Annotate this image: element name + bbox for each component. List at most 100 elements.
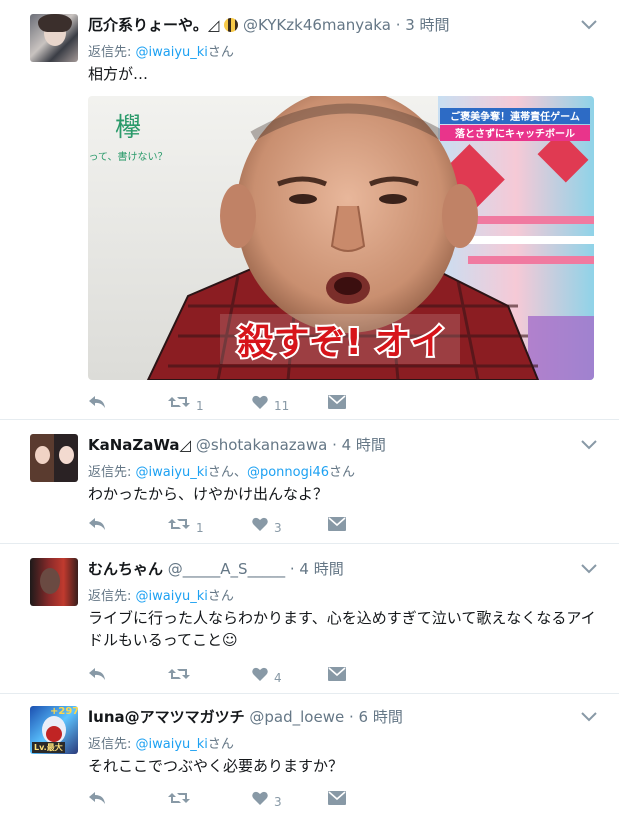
like-count: 11 [274,399,290,413]
chevron-down-icon[interactable] [581,564,597,574]
direct-message-button[interactable] [328,514,346,534]
tweet-actions: 1 11 [88,392,388,413]
reply-suffix: さん [207,45,234,60]
reply-user-link[interactable]: @iwaiyu_ki [136,45,208,60]
media-banner-2: 落とさずにキャッチボール [455,127,575,140]
like-count: 3 [274,521,282,535]
reply-suffix: さん [328,465,355,480]
heart-icon [252,517,268,531]
like-count: 4 [274,671,282,685]
reply-context: 返信先: @iwaiyu_kiさん [88,585,234,604]
reply-icon [89,668,105,680]
avatar[interactable] [30,434,78,482]
display-name[interactable]: KaNaZaWa◿ [88,436,191,454]
like-button[interactable]: 11 [252,392,290,413]
media-banner-1: ご褒美争奪！連帯責任ゲーム [450,110,580,123]
reply-suffix: さん [207,589,234,604]
reply-button[interactable] [88,664,106,684]
avatar[interactable] [30,558,78,606]
retweet-button[interactable] [168,788,196,808]
retweet-count: 1 [196,399,204,413]
reply-user-link[interactable]: @ponnogi46 [247,465,329,480]
media-image: 殺すぞ! オイ 欅 って、書けない？ ご褒美争奪！連帯責任ゲーム 落とさずにキャ… [88,96,594,380]
direct-message-icon [328,517,346,531]
tweet-header: 厄介系りょーや。◿ @KYKzk46manyaka · 3 時間 [88,14,450,35]
retweet-icon [168,519,190,529]
reply-user-link[interactable]: @iwaiyu_ki [136,465,208,480]
tweet-header: KaNaZaWa◿ @shotakanazawa · 4 時間 [88,434,386,455]
tweet-actions: 3 [88,788,388,809]
avatar[interactable] [30,14,78,62]
tweet-header: むんちゃん @_____A_S_____ · 4 時間 [88,558,344,579]
tweet[interactable]: 厄介系りょーや。◿ @KYKzk46manyaka · 3 時間 返信先: @i… [0,0,619,420]
direct-message-icon [328,395,346,409]
retweet-button[interactable] [168,664,196,684]
avatar-level-badge: Lv.最大 [32,742,65,753]
retweet-icon [168,793,190,803]
user-handle[interactable]: @pad_loewe [249,708,344,726]
user-handle[interactable]: @KYKzk46manyaka [243,16,391,34]
timestamp[interactable]: · 4 時間 [290,560,344,578]
display-name[interactable]: 厄介系りょーや。◿ [88,16,219,34]
tweet-text: 相方が… [88,65,149,83]
tweet-text: それここでつぶやく必要ありますか？ [88,757,344,775]
heart-icon [252,667,268,681]
reply-prefix: 返信先: [88,465,136,480]
media-side-kanji: 欅 [115,113,141,143]
retweet-button[interactable]: 1 [168,392,204,413]
timestamp[interactable]: · 3 時間 [396,16,450,34]
reply-context: 返信先: @iwaiyu_kiさん [88,41,234,60]
tweet-text: わかったから、けやかけ出んなよ？ [88,485,329,503]
direct-message-button[interactable] [328,788,346,808]
reply-context: 返信先: @iwaiyu_kiさん、@ponnogi46さん [88,461,355,480]
timestamp[interactable]: · 6 時間 [349,708,403,726]
heart-icon [252,791,268,805]
direct-message-icon [328,791,346,805]
timestamp[interactable]: · 4 時間 [332,436,386,454]
retweet-icon [168,669,190,679]
like-button[interactable]: 4 [252,664,282,685]
tweet-actions: 4 [88,664,388,685]
chevron-down-icon[interactable] [581,20,597,30]
direct-message-button[interactable] [328,664,346,684]
display-name[interactable]: luna@アマツマガツチ [88,708,245,726]
like-button[interactable]: 3 [252,788,282,809]
tweet[interactable]: むんちゃん @_____A_S_____ · 4 時間 返信先: @iwaiyu… [0,544,619,694]
media-side-text: って、書けない？ [89,150,168,163]
reply-prefix: 返信先: [88,737,136,752]
like-button[interactable]: 3 [252,514,282,535]
display-name[interactable]: むんちゃん [88,560,163,578]
reply-prefix: 返信先: [88,45,136,60]
avatar[interactable]: +297 Lv.最大 [30,706,78,754]
user-handle[interactable]: @_____A_S_____ [168,560,285,578]
reply-user-link[interactable]: @iwaiyu_ki [136,737,208,752]
tweet[interactable]: +297 Lv.最大 luna@アマツマガツチ @pad_loewe · 6 時… [0,694,619,817]
chevron-down-icon[interactable] [581,440,597,450]
reply-suffix: さん [207,737,234,752]
direct-message-button[interactable] [328,392,346,412]
retweet-icon [168,397,190,407]
reply-button[interactable] [88,392,106,412]
reply-icon [89,396,105,408]
reply-button[interactable] [88,514,106,534]
heart-icon [252,395,268,409]
chevron-down-icon[interactable] [581,712,597,722]
media-caption: 殺すぞ! オイ [238,322,447,363]
reply-button[interactable] [88,788,106,808]
retweet-button[interactable]: 1 [168,514,204,535]
avatar-plus-badge: +297 [50,706,78,717]
user-handle[interactable]: @shotakanazawa [196,436,327,454]
tweet[interactable]: KaNaZaWa◿ @shotakanazawa · 4 時間 返信先: @iw… [0,420,619,544]
tweet-actions: 1 3 [88,514,388,535]
direct-message-icon [328,667,346,681]
reply-context: 返信先: @iwaiyu_kiさん [88,733,234,752]
tweet-text: ライブに行った人ならわかります、心を込めすぎて泣いて歌えなくなるアイドルもいるっ… [88,609,596,649]
reply-user-link[interactable]: @iwaiyu_ki [136,589,208,604]
tweet-header: luna@アマツマガツチ @pad_loewe · 6 時間 [88,706,403,727]
reply-joiner: さん、 [207,465,247,480]
reply-icon [89,518,105,530]
tweet-media[interactable]: 殺すぞ! オイ 欅 って、書けない？ ご褒美争奪！連帯責任ゲーム 落とさずにキャ… [88,96,594,380]
retweet-count: 1 [196,521,204,535]
like-count: 3 [274,795,282,809]
reply-icon [89,792,105,804]
